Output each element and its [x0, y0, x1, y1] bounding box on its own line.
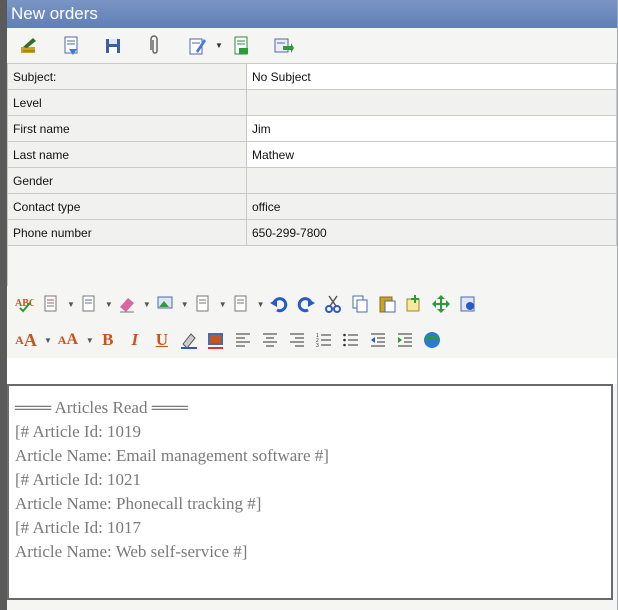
contact-type-field[interactable]: office: [246, 193, 617, 220]
form-spacer: [7, 246, 617, 286]
font-size-down-a-small: A: [57, 332, 67, 347]
list-icon[interactable]: [40, 293, 62, 315]
document-add-icon[interactable]: [227, 33, 255, 59]
form-row-last-name: Last name Mathew: [7, 141, 617, 168]
first-name-field[interactable]: Jim: [246, 115, 617, 142]
underline-button[interactable]: U: [151, 329, 173, 351]
dropdown-arrow[interactable]: ▼: [86, 336, 94, 345]
editor-line: [# Article Id: 1021: [15, 470, 142, 489]
dropdown-arrow[interactable]: ▼: [105, 300, 113, 309]
insert-link-icon[interactable]: [421, 329, 443, 351]
level-field[interactable]: [246, 89, 617, 116]
cut-icon[interactable]: [322, 293, 344, 315]
last-name-field[interactable]: Mathew: [246, 141, 617, 168]
bold-label: B: [102, 330, 114, 349]
contact-type-label: Contact type: [7, 193, 247, 220]
form-row-gender: Gender: [7, 167, 617, 194]
gender-label: Gender: [7, 167, 247, 194]
underline-label: U: [155, 330, 168, 349]
align-center-icon[interactable]: [259, 329, 281, 351]
paste-icon[interactable]: [376, 293, 398, 315]
font-size-up-a-small: A: [15, 332, 24, 347]
editor-line: Article Name: Email management software …: [15, 446, 329, 465]
italic-button[interactable]: I: [124, 329, 146, 351]
forward-icon[interactable]: [269, 33, 297, 59]
dropdown-arrow[interactable]: ▼: [44, 336, 52, 345]
indent-icon[interactable]: [394, 329, 416, 351]
editor-line: ═══ Articles Read ═══: [15, 398, 188, 417]
save-icon[interactable]: [99, 33, 127, 59]
form-row-first-name: First name Jim: [7, 115, 617, 142]
phone-label: Phone number: [7, 219, 247, 246]
paperclip-icon[interactable]: [141, 33, 169, 59]
align-left-icon[interactable]: [232, 329, 254, 351]
template-icon[interactable]: [78, 293, 100, 315]
message-body-editor[interactable]: ═══ Articles Read ═══ [# Article Id: 101…: [7, 384, 613, 600]
spellcheck-icon[interactable]: ABC: [13, 293, 35, 315]
main-toolbar: ▼: [7, 28, 617, 63]
move-icon[interactable]: [430, 293, 452, 315]
bullet-list-icon[interactable]: [340, 329, 362, 351]
form-row-level: Level: [7, 89, 617, 116]
edit-dropdown-arrow[interactable]: ▼: [215, 41, 223, 50]
bold-button[interactable]: B: [97, 329, 119, 351]
order-form: Subject: No Subject Level First name Jim…: [7, 63, 617, 246]
broom-icon[interactable]: [15, 33, 43, 59]
form-row-phone: Phone number 650-299-7800: [7, 219, 617, 246]
editor-area: ═══ Articles Read ═══ [# Article Id: 101…: [7, 384, 617, 610]
insert-image-icon[interactable]: [154, 293, 176, 315]
doc-icon[interactable]: [192, 293, 214, 315]
dropdown-arrow[interactable]: ▼: [181, 300, 189, 309]
phone-field[interactable]: 650-299-7800: [246, 219, 617, 246]
font-size-up-a-large: A: [23, 329, 37, 350]
window-title: New orders: [7, 0, 617, 28]
last-name-label: Last name: [7, 141, 247, 168]
editor-line: Article Name: Web self-service #]: [15, 542, 248, 561]
gender-field[interactable]: [246, 167, 617, 194]
subject-label: Subject:: [7, 63, 247, 90]
subject-field[interactable]: No Subject: [246, 63, 617, 90]
doc-icon[interactable]: [230, 293, 252, 315]
font-size-decrease-button[interactable]: AA: [55, 329, 81, 351]
outdent-icon[interactable]: [367, 329, 389, 351]
editor-line: [# Article Id: 1017: [15, 518, 142, 537]
dropdown-arrow[interactable]: ▼: [143, 300, 151, 309]
form-row-subject: Subject: No Subject: [7, 63, 617, 90]
italic-label: I: [131, 330, 139, 349]
font-size-down-a-large: A: [66, 331, 79, 348]
eraser-icon[interactable]: [116, 293, 138, 315]
document-icon[interactable]: [57, 33, 85, 59]
dropdown-arrow[interactable]: ▼: [219, 300, 227, 309]
copy-icon[interactable]: [349, 293, 371, 315]
first-name-label: First name: [7, 115, 247, 142]
undo-icon[interactable]: [268, 293, 290, 315]
dropdown-arrow[interactable]: ▼: [257, 300, 265, 309]
editor-line: Article Name: Phonecall tracking #]: [15, 494, 262, 513]
highlight-icon[interactable]: [178, 329, 200, 351]
editor-toolbar-2: AA ▼ AA ▼ B I U 123: [7, 322, 617, 358]
editor-toolbar-1: ABC ▼ ▼ ▼ ▼ ▼ ▼: [7, 286, 617, 322]
insert-table-icon[interactable]: [403, 293, 425, 315]
svg-text:3: 3: [316, 343, 319, 349]
svg-text:ABC: ABC: [15, 298, 34, 309]
align-right-icon[interactable]: [286, 329, 308, 351]
edit-icon[interactable]: [183, 33, 211, 59]
redo-icon[interactable]: [295, 293, 317, 315]
dropdown-arrow[interactable]: ▼: [67, 300, 75, 309]
font-size-increase-button[interactable]: AA: [13, 329, 39, 351]
form-row-contact-type: Contact type office: [7, 193, 617, 220]
editor-line: [# Article Id: 1019: [15, 422, 142, 441]
font-color-icon[interactable]: [205, 329, 227, 351]
level-label: Level: [7, 89, 247, 116]
numbered-list-icon[interactable]: 123: [313, 329, 335, 351]
find-icon[interactable]: [457, 293, 479, 315]
